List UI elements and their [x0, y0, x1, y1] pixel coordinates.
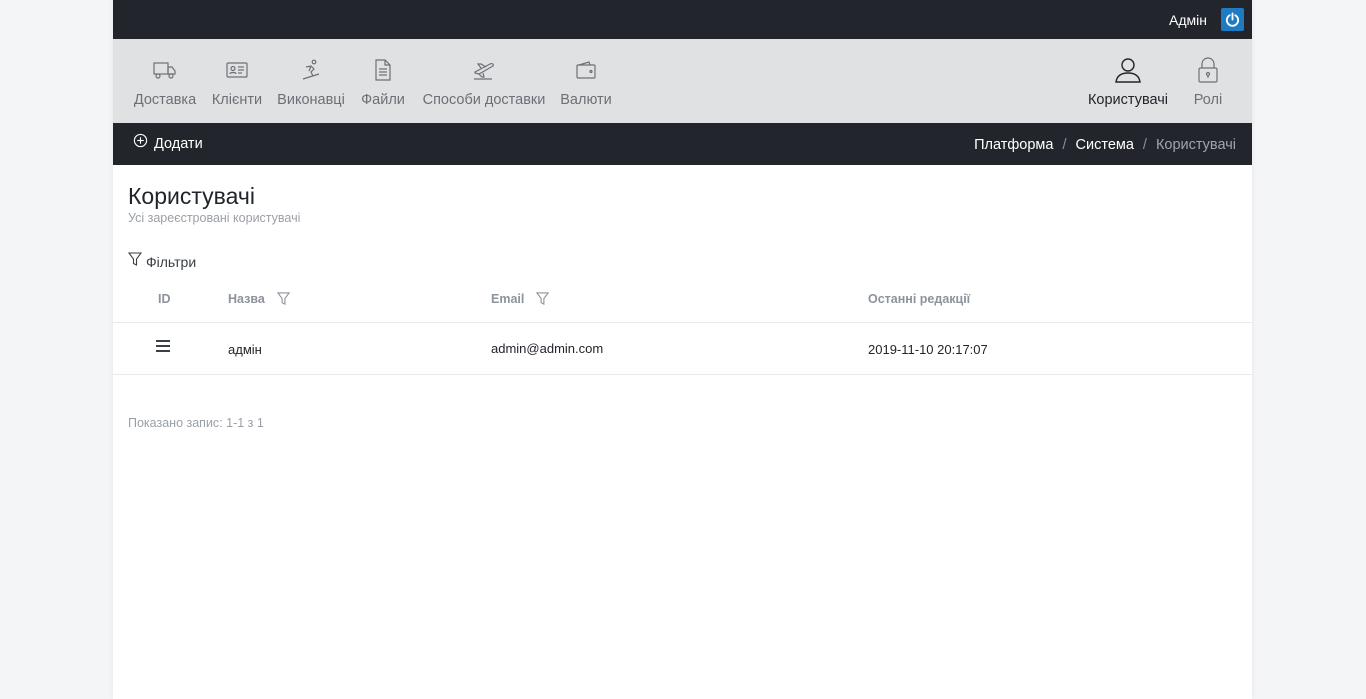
plus-circle-icon — [133, 133, 148, 147]
truck-icon — [153, 55, 177, 85]
column-header-updated[interactable]: Останні редакції — [868, 292, 970, 306]
column-header-id[interactable]: ID — [158, 292, 171, 306]
nav-label: Клієнти — [211, 92, 263, 108]
page-subtitle: Усі зареєстровані користувачі — [128, 211, 301, 225]
add-button[interactable]: Додати — [133, 133, 203, 152]
snowboarder-icon — [301, 55, 321, 85]
nav-item-currencies[interactable]: Валюти — [559, 39, 613, 123]
add-button-label: Додати — [154, 136, 203, 152]
user-name[interactable]: Адмін — [1169, 12, 1207, 28]
breadcrumb-platform[interactable]: Платформа — [974, 137, 1053, 153]
nav-label: Ролі — [1193, 92, 1223, 108]
filters-toggle[interactable]: Фільтри — [128, 252, 196, 270]
filters-label: Фільтри — [146, 254, 197, 270]
breadcrumb: Платформа / Система / Користувачі — [974, 137, 1236, 153]
power-icon[interactable] — [1221, 8, 1244, 31]
nav-label: Виконавці — [277, 92, 345, 108]
nav-label: Валюти — [560, 92, 612, 108]
main-nav: Доставка Клієнти Виконавці Файли Способи… — [113, 39, 1252, 123]
user-icon — [1115, 55, 1141, 85]
document-icon — [374, 55, 392, 85]
breadcrumb-current: Користувачі — [1155, 137, 1236, 153]
cell-name[interactable]: адмін — [228, 342, 262, 357]
plane-icon — [472, 55, 496, 85]
nav-item-users[interactable]: Користувачі — [1083, 39, 1173, 123]
cell-email: admin@admin.com — [491, 341, 604, 356]
column-header-name[interactable]: Назва — [228, 292, 290, 306]
cell-updated: 2019-11-10 20:17:07 — [868, 342, 988, 357]
filter-icon[interactable] — [536, 292, 550, 306]
breadcrumb-system[interactable]: Система — [1076, 137, 1134, 153]
column-header-email[interactable]: Email — [491, 292, 550, 306]
breadcrumb-separator: / — [1142, 137, 1147, 153]
divider — [113, 322, 1252, 323]
top-bar: Адмін — [113, 0, 1252, 39]
nav-label: Користувачі — [1087, 92, 1169, 108]
nav-item-delivery-methods[interactable]: Способи доставки — [420, 39, 548, 123]
action-bar: Додати Платформа / Система / Користувачі — [113, 123, 1252, 165]
nav-label: Доставка — [133, 92, 197, 108]
nav-item-delivery[interactable]: Доставка — [133, 39, 197, 123]
nav-label: Файли — [361, 92, 405, 108]
nav-item-files[interactable]: Файли — [359, 39, 407, 123]
nav-item-clients[interactable]: Клієнти — [209, 39, 265, 123]
wallet-icon — [576, 55, 596, 85]
id-card-icon — [226, 55, 248, 85]
nav-item-roles[interactable]: Ролі — [1188, 39, 1228, 123]
app-window: Адмін Доставка Клієнти Виконавці Файли С… — [113, 0, 1252, 699]
divider — [113, 374, 1252, 375]
lock-icon — [1197, 55, 1219, 85]
filter-icon[interactable] — [276, 292, 290, 306]
filter-icon — [128, 252, 142, 266]
breadcrumb-separator: / — [1062, 137, 1067, 153]
nav-item-performers[interactable]: Виконавці — [275, 39, 347, 123]
pagination-info: Показано запис: 1-1 з 1 — [128, 416, 264, 430]
nav-label: Способи доставки — [422, 92, 546, 108]
row-menu-icon[interactable] — [156, 340, 170, 355]
page-title: Користувачі — [128, 183, 255, 209]
